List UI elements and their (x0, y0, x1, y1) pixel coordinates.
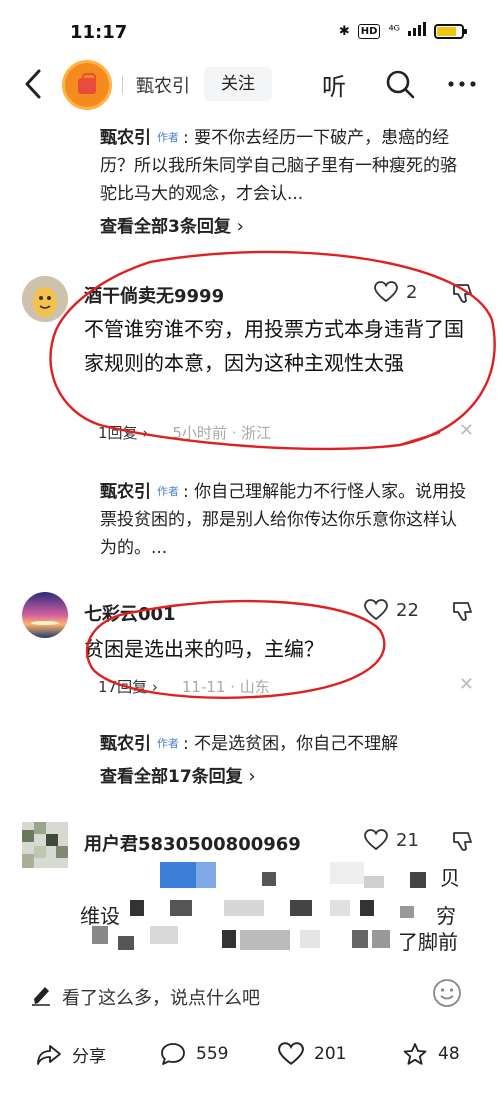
comment-text-fragment: 维设 (80, 904, 120, 928)
author-tag: 作者 (157, 737, 179, 750)
close-icon[interactable]: ✕ (459, 674, 474, 695)
top-nav: 甄农引 关注 听 (0, 56, 500, 112)
cartoon-avatar-icon (22, 276, 68, 322)
author-tag: 作者 (157, 131, 179, 144)
like-count: 21 (396, 829, 419, 851)
view-all-label: 查看全部17条回复 (100, 767, 243, 787)
author-name[interactable]: 甄农引 (136, 72, 190, 98)
reply-count-link[interactable]: 1回复 (98, 424, 138, 442)
reply-count-link[interactable]: 17回复 (98, 678, 147, 696)
author-tag: 作者 (157, 485, 179, 498)
view-all-replies[interactable]: 查看全部17条回复 › (100, 762, 256, 787)
avatar[interactable] (22, 822, 68, 868)
avatar[interactable] (22, 592, 68, 638)
bag-icon (78, 73, 96, 94)
battery-level (437, 26, 457, 36)
reply-item[interactable]: 甄农引 作者: 你自己理解能力不行怪人家。说用投票投贫困的，那是别人给你传达你乐意… (100, 478, 472, 562)
heart-icon (374, 281, 398, 303)
comment-text: 贫困是选出来的吗，主编？ (84, 637, 324, 661)
share-button[interactable]: 分享 (36, 1042, 106, 1067)
heart-icon (364, 599, 388, 621)
like-count: 2 (406, 281, 418, 303)
reply-item[interactable]: 甄农引 作者 : 不是选贫困，你自己不理解 (100, 730, 472, 758)
reply-text: : 不是选贫困，你自己不理解 (183, 734, 399, 754)
emoji-icon[interactable] (432, 978, 462, 1008)
status-time: 11:17 (70, 22, 128, 43)
reply-text: : 要不你去经历一下破产，患癌的经历？所以我所朱同学自己脑子里有一种瘦死的骆驼比… (100, 128, 457, 204)
dislike-icon[interactable] (452, 282, 474, 304)
listen-button[interactable]: 听 (322, 67, 346, 102)
dislike-icon[interactable] (452, 600, 474, 622)
share-icon (37, 1044, 61, 1065)
reply-author[interactable]: 甄农引 (100, 734, 151, 754)
star-icon (403, 1043, 427, 1065)
share-label: 分享 (72, 1047, 106, 1067)
comment-bubble-icon (161, 1043, 185, 1065)
hd-badge: HD (357, 23, 381, 39)
dislike-icon[interactable] (452, 830, 474, 852)
reply-item[interactable]: 甄农引 作者: 要不你去经历一下破产，患癌的经历？所以我所朱同学自己脑子里有一种瘦… (100, 124, 472, 208)
divider (122, 76, 123, 94)
status-icons: ✱ HD ⁴ᴳ (338, 22, 467, 40)
chevron-right-icon: › (137, 424, 149, 442)
like-button[interactable]: 2 (374, 281, 417, 303)
comment-text: 不管谁穷谁不穷，用投票方式本身违背了国家规则的本意，因为这种主观性太强 (84, 317, 464, 375)
chevron-right-icon: › (242, 766, 256, 787)
comment-input[interactable]: 看了这么多，说点什么吧 (62, 984, 260, 1010)
comment-username[interactable]: 七彩云001 (84, 600, 176, 626)
comment-username[interactable]: 酒干倘卖无9999 (84, 282, 224, 308)
heart-icon (364, 829, 388, 851)
author-avatar-logo[interactable] (62, 60, 112, 110)
reply-author[interactable]: 甄农引 (100, 482, 151, 502)
time-location: 11-11 · 山东 (181, 678, 270, 696)
favorites-count: 48 (438, 1044, 460, 1064)
comments-count: 559 (196, 1044, 229, 1064)
avatar[interactable] (22, 276, 68, 322)
follow-button[interactable]: 关注 (204, 67, 272, 101)
search-icon[interactable] (384, 68, 416, 100)
comment-text-fragment: 穷 (436, 904, 456, 928)
likes-count: 201 (314, 1044, 347, 1064)
status-bar: 11:17 ✱ HD ⁴ᴳ (0, 0, 500, 60)
comment-text-fragment: 贝 (440, 866, 460, 890)
close-icon[interactable]: ✕ (459, 420, 474, 441)
sunset-avatar-icon (22, 592, 68, 638)
comment-meta: 17回复 › 11-11 · 山东 (98, 676, 270, 697)
pixelated-avatar-icon (22, 822, 68, 868)
more-icon[interactable] (446, 68, 478, 100)
chevron-right-icon: › (230, 216, 244, 237)
bottom-action-bar: 分享 559 201 48 (0, 1030, 500, 1086)
chevron-right-icon: › (147, 678, 158, 696)
view-all-label: 查看全部3条回复 (100, 217, 231, 237)
comment-meta: 1回复 › 5小时前 · 浙江 (98, 422, 271, 443)
comments-button[interactable]: 559 (160, 1042, 228, 1066)
signal-icon (408, 22, 426, 40)
comment-input-bar[interactable]: 看了这么多，说点什么吧 (0, 968, 500, 1024)
favorite-button[interactable]: 48 (402, 1042, 460, 1066)
comment-username[interactable]: 用户君5830500800969 (84, 830, 301, 856)
bluetooth-icon: ✱ (338, 23, 350, 39)
reply-text: : 你自己理解能力不行怪人家。说用投票投贫困的，那是别人给你传达你乐意你这样认为… (100, 482, 467, 558)
signal-4g-label: ⁴ᴳ (388, 23, 400, 39)
like-count: 22 (396, 599, 419, 621)
time-location: 5小时前 · 浙江 (172, 424, 272, 442)
back-icon[interactable] (20, 68, 48, 100)
reply-author[interactable]: 甄农引 (100, 128, 151, 148)
view-all-replies[interactable]: 查看全部3条回复 › (100, 212, 244, 237)
comment-text-fragment: 了脚前 (398, 930, 458, 954)
like-article-button[interactable]: 201 (278, 1042, 346, 1066)
battery-icon (434, 23, 467, 39)
pen-icon (32, 987, 50, 1006)
heart-icon (278, 1042, 304, 1065)
like-button[interactable]: 21 (364, 829, 419, 851)
like-button[interactable]: 22 (364, 599, 419, 621)
